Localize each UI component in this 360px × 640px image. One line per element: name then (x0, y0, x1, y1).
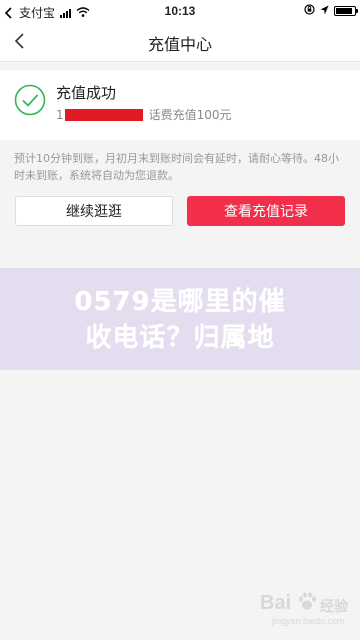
overlay-headline: 0579是哪里的催 收电话？归属地 (0, 284, 360, 356)
watermark-url: jingyan.baidu.com (272, 616, 345, 626)
overlay-banner: 0579是哪里的催 收电话？归属地 (0, 268, 360, 370)
rotation-lock-icon (304, 4, 315, 18)
watermark-main: Bai (260, 592, 292, 614)
battery-level (336, 8, 352, 14)
page-title: 充值中心 (147, 35, 212, 54)
phone-number-redaction (64, 108, 143, 121)
battery-icon (334, 6, 358, 16)
baidu-paw-icon (299, 592, 316, 610)
nav-bar: 充值中心 (0, 22, 360, 62)
baidu-jingyan-watermark: Bai 经验 jingyan.baidu.com (238, 588, 348, 632)
result-card: 充值成功 1 话费充值100元 (0, 70, 360, 140)
phone-number-prefix: 1 (56, 107, 64, 122)
result-title: 充值成功 (56, 84, 117, 102)
view-recharge-records-button[interactable]: 查看充值记录 (187, 196, 345, 226)
overlay-line-2: 收电话？归属地 (85, 323, 275, 353)
success-check-icon (14, 84, 46, 116)
location-icon (320, 4, 329, 18)
overlay-line-1: 0579是哪里的催 (74, 287, 286, 317)
status-bar: 支付宝 10:13 (0, 0, 360, 22)
arrival-notice: 预计10分钟到账，月初月末到账时间会有延时，请耐心等待。48小时未到账，系统将自… (14, 152, 339, 182)
watermark-sub: 经验 (320, 599, 348, 615)
status-right (304, 4, 358, 18)
result-detail: 1 话费充值100元 (56, 106, 232, 123)
recharge-detail: 话费充值100元 (148, 108, 232, 122)
continue-browsing-button[interactable]: 继续逛逛 (15, 196, 173, 226)
